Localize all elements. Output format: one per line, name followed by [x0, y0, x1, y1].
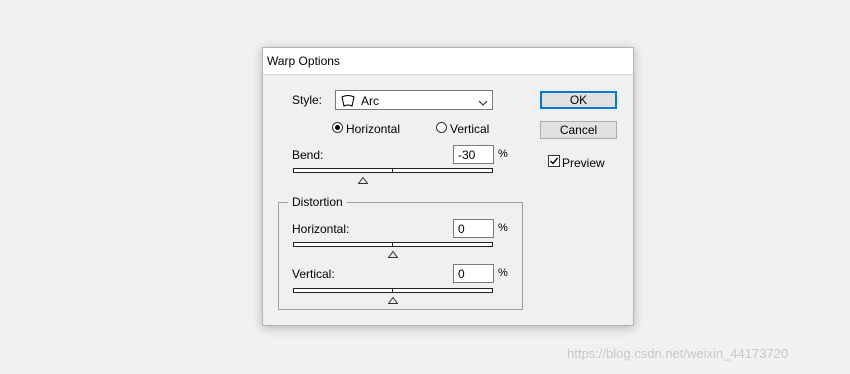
title-bar[interactable]: Warp Options: [263, 48, 633, 75]
arc-warp-icon: [341, 95, 355, 110]
style-value: Arc: [361, 94, 379, 108]
dialog-title: Warp Options: [267, 54, 340, 68]
vertical-radio[interactable]: [436, 122, 447, 133]
cancel-button[interactable]: Cancel: [540, 121, 617, 139]
preview-label: Preview: [562, 156, 605, 170]
bend-slider-center-tick: [392, 168, 393, 173]
bend-slider-track[interactable]: [293, 168, 493, 173]
distortion-group-title: Distortion: [288, 195, 347, 209]
distortion-horizontal-label: Horizontal:: [292, 222, 350, 236]
chevron-down-icon: [478, 96, 488, 110]
preview-checkbox[interactable]: [548, 155, 560, 167]
bend-slider-thumb[interactable]: [357, 173, 369, 187]
distortion-vertical-label: Vertical:: [292, 267, 335, 281]
checkmark-icon: [550, 157, 559, 165]
distortion-vertical-input[interactable]: 0: [453, 264, 494, 283]
warp-options-dialog: Warp Options Style: Arc Horizontal Verti…: [262, 47, 634, 326]
distortion-vertical-unit: %: [498, 267, 508, 279]
horizontal-radio[interactable]: [332, 122, 343, 133]
distortion-horizontal-slider-thumb[interactable]: [387, 247, 399, 261]
distortion-vertical-slider-thumb[interactable]: [387, 293, 399, 307]
style-label: Style:: [292, 93, 323, 107]
distortion-horizontal-input[interactable]: 0: [453, 219, 494, 238]
ok-button[interactable]: OK: [540, 91, 617, 109]
bend-label: Bend:: [292, 148, 324, 162]
vertical-radio-label: Vertical: [450, 122, 490, 136]
bend-unit: %: [498, 148, 508, 160]
watermark: https://blog.csdn.net/weixin_44173720: [567, 346, 789, 361]
horizontal-radio-label: Horizontal: [346, 122, 401, 136]
style-select[interactable]: Arc: [335, 90, 493, 110]
distortion-horizontal-unit: %: [498, 222, 508, 234]
bend-input[interactable]: -30: [453, 145, 494, 164]
